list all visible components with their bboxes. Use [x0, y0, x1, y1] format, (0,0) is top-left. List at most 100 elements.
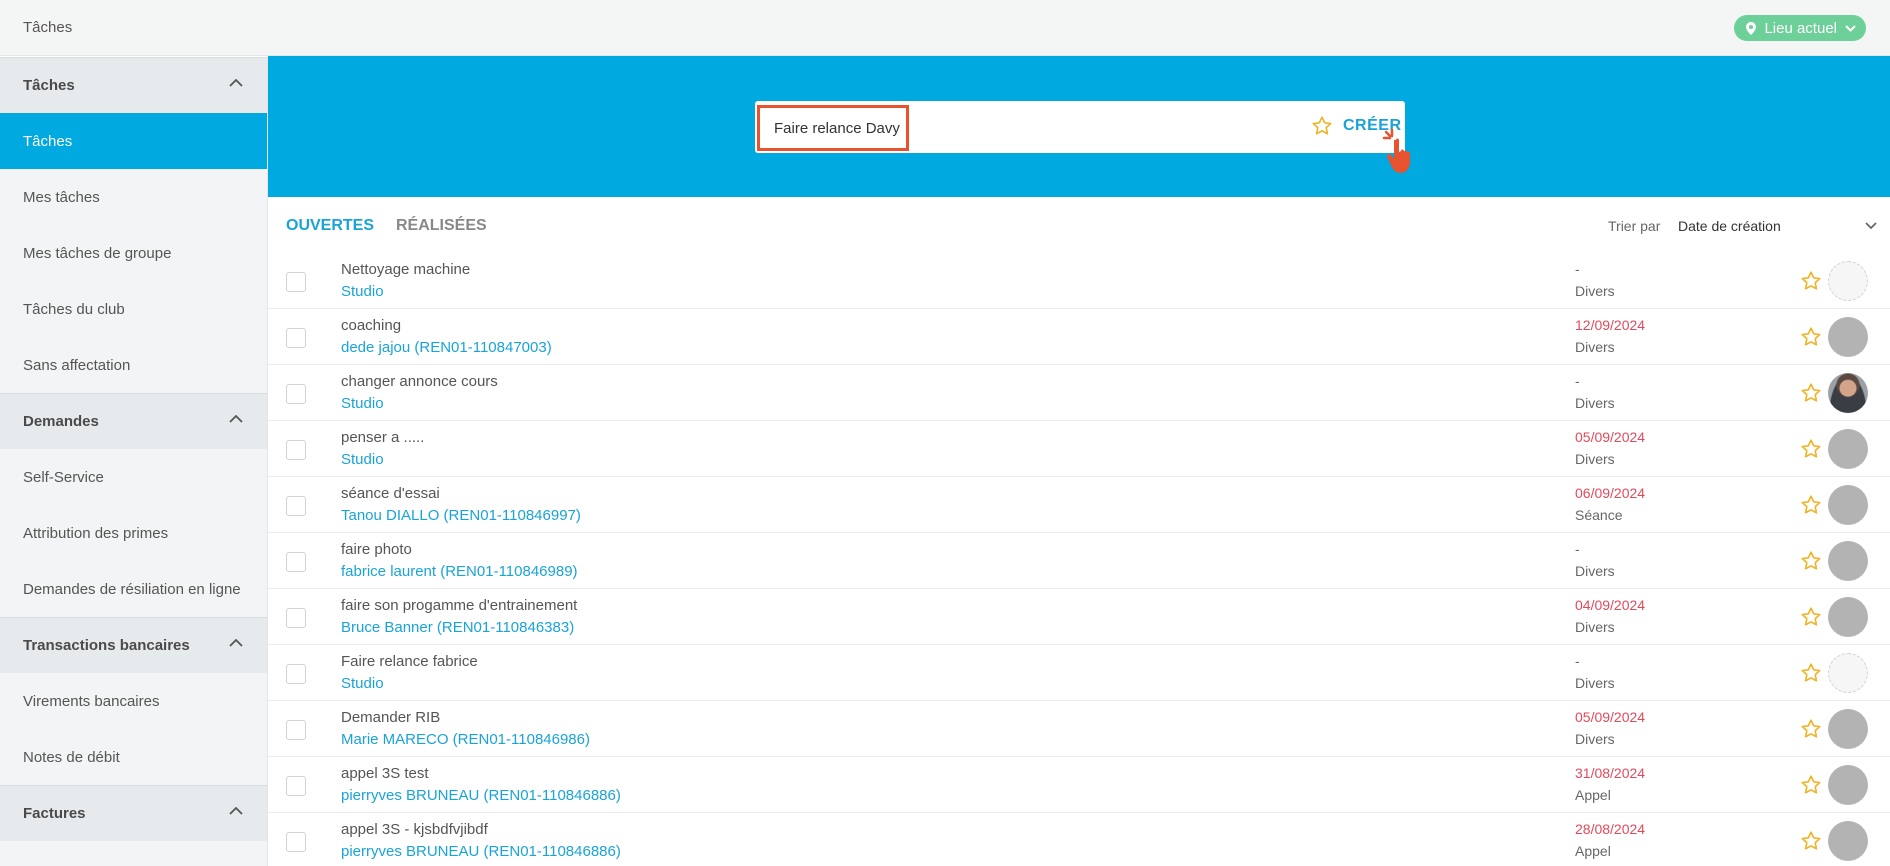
avatar[interactable] — [1828, 709, 1868, 749]
task-title[interactable]: changer annonce cours — [341, 373, 498, 390]
task-title[interactable]: faire son progamme d'entrainement — [341, 597, 577, 614]
task-row[interactable]: Demander RIB Marie MARECO (REN01-11084698… — [268, 701, 1890, 757]
star-icon[interactable] — [1800, 326, 1822, 348]
task-checkbox[interactable] — [286, 664, 306, 684]
task-row[interactable]: changer annonce cours Studio - Divers — [268, 365, 1890, 421]
sidebar-item-self-service[interactable]: Self-Service — [0, 449, 267, 505]
star-icon[interactable] — [1800, 718, 1822, 740]
sort-select[interactable]: Date de création — [1678, 218, 1868, 234]
sidebar-section-label: Tâches — [23, 77, 75, 94]
task-checkbox[interactable] — [286, 552, 306, 572]
sidebar-section-taches[interactable]: Tâches — [0, 57, 267, 113]
task-title[interactable]: faire photo — [341, 541, 412, 558]
avatar[interactable] — [1828, 597, 1868, 637]
task-link[interactable]: dede jajou (REN01-110847003) — [341, 339, 552, 356]
task-link[interactable]: pierryves BRUNEAU (REN01-110846886) — [341, 843, 621, 860]
task-link[interactable]: Studio — [341, 283, 384, 300]
tab-open[interactable]: OUVERTES — [286, 217, 374, 235]
task-title[interactable]: Faire relance fabrice — [341, 653, 478, 670]
task-checkbox[interactable] — [286, 384, 306, 404]
task-link[interactable]: Studio — [341, 395, 384, 412]
avatar[interactable] — [1828, 541, 1868, 581]
sidebar-item-virements-bancaires[interactable]: Virements bancaires — [0, 673, 267, 729]
task-type: Divers — [1575, 563, 1615, 579]
task-row[interactable]: penser a ..... Studio 05/09/2024 Divers — [268, 421, 1890, 477]
avatar[interactable] — [1828, 373, 1868, 413]
task-checkbox[interactable] — [286, 496, 306, 516]
task-link[interactable]: Bruce Banner (REN01-110846383) — [341, 619, 574, 636]
star-icon[interactable] — [1800, 494, 1822, 516]
task-row[interactable]: appel 3S test pierryves BRUNEAU (REN01-11… — [268, 757, 1890, 813]
star-icon[interactable] — [1800, 382, 1822, 404]
task-link[interactable]: fabrice laurent (REN01-110846989) — [341, 563, 578, 580]
task-link[interactable]: pierryves BRUNEAU (REN01-110846886) — [341, 787, 621, 804]
star-icon[interactable] — [1311, 115, 1333, 137]
sidebar-item-demandes-de-resiliation-en-ligne[interactable]: Demandes de résiliation en ligne — [0, 561, 267, 617]
sidebar-section-factures[interactable]: Factures — [0, 785, 267, 841]
top-bar: Tâches Lieu actuel — [0, 0, 1890, 56]
task-link[interactable]: Studio — [341, 675, 384, 692]
chevron-up-icon — [229, 414, 243, 423]
task-checkbox[interactable] — [286, 272, 306, 292]
location-dropdown[interactable]: Lieu actuel — [1734, 15, 1866, 41]
task-checkbox[interactable] — [286, 776, 306, 796]
avatar[interactable] — [1828, 821, 1868, 861]
sidebar-item-notes-de-debit[interactable]: Notes de débit — [0, 729, 267, 785]
sidebar-section-label: Factures — [23, 805, 86, 822]
task-link[interactable]: Tanou DIALLO (REN01-110846997) — [341, 507, 581, 524]
task-title[interactable]: appel 3S test — [341, 765, 429, 782]
task-checkbox[interactable] — [286, 720, 306, 740]
task-row[interactable]: Nettoyage machine Studio - Divers — [268, 253, 1890, 309]
star-icon[interactable] — [1800, 830, 1822, 852]
star-icon[interactable] — [1800, 550, 1822, 572]
sidebar-item-mes-taches-de-groupe[interactable]: Mes tâches de groupe — [0, 225, 267, 281]
avatar[interactable] — [1828, 429, 1868, 469]
task-checkbox[interactable] — [286, 440, 306, 460]
task-due-date: - — [1575, 261, 1580, 277]
task-checkbox[interactable] — [286, 832, 306, 852]
star-icon[interactable] — [1800, 270, 1822, 292]
star-icon[interactable] — [1800, 774, 1822, 796]
task-checkbox[interactable] — [286, 328, 306, 348]
avatar[interactable] — [1828, 765, 1868, 805]
sidebar-section-label: Transactions bancaires — [23, 637, 190, 654]
task-title[interactable]: séance d'essai — [341, 485, 440, 502]
star-icon[interactable] — [1800, 438, 1822, 460]
task-due-date: 05/09/2024 — [1575, 429, 1646, 445]
task-row[interactable]: séance d'essai Tanou DIALLO (REN01-110846… — [268, 477, 1890, 533]
task-title[interactable]: penser a ..... — [341, 429, 424, 446]
sidebar-item-taches[interactable]: Tâches — [0, 113, 267, 169]
avatar[interactable] — [1828, 261, 1868, 301]
task-title[interactable]: Demander RIB — [341, 709, 440, 726]
task-title-input[interactable] — [757, 105, 909, 151]
task-link[interactable]: Marie MARECO (REN01-110846986) — [341, 731, 590, 748]
sidebar-item-attribution-des-primes[interactable]: Attribution des primes — [0, 505, 267, 561]
task-row[interactable]: faire son progamme d'entrainement Bruce B… — [268, 589, 1890, 645]
task-title[interactable]: Nettoyage machine — [341, 261, 470, 278]
task-checkbox[interactable] — [286, 608, 306, 628]
task-title[interactable]: appel 3S - kjsbdfvjibdf — [341, 821, 488, 838]
task-row[interactable]: coaching dede jajou (REN01-110847003) 12/0… — [268, 309, 1890, 365]
sidebar-item-taches-du-club[interactable]: Tâches du club — [0, 281, 267, 337]
task-due-date: 06/09/2024 — [1575, 485, 1646, 501]
task-row[interactable]: Faire relance fabrice Studio - Divers — [268, 645, 1890, 701]
chevron-down-icon[interactable] — [1865, 222, 1877, 230]
task-row[interactable]: appel 3S - kjsbdfvjibdf pierryves BRUNEAU… — [268, 813, 1890, 866]
avatar[interactable] — [1828, 317, 1868, 357]
sidebar-item-sans-affectation[interactable]: Sans affectation — [0, 337, 267, 393]
sidebar-section-transactions-bancaires[interactable]: Transactions bancaires — [0, 617, 267, 673]
star-icon[interactable] — [1800, 606, 1822, 628]
task-title[interactable]: coaching — [341, 317, 401, 334]
task-type: Divers — [1575, 675, 1615, 691]
tab-done[interactable]: RÉALISÉES — [396, 217, 487, 235]
sidebar-section-demandes[interactable]: Demandes — [0, 393, 267, 449]
sidebar-item-mes-taches[interactable]: Mes tâches — [0, 169, 267, 225]
star-icon[interactable] — [1800, 662, 1822, 684]
avatar[interactable] — [1828, 485, 1868, 525]
task-type: Divers — [1575, 619, 1615, 635]
task-list: Nettoyage machine Studio - Divers coaching de… — [268, 253, 1890, 866]
task-link[interactable]: Studio — [341, 451, 384, 468]
avatar[interactable] — [1828, 653, 1868, 693]
chevron-up-icon — [229, 78, 243, 87]
task-row[interactable]: faire photo fabrice laurent (REN01-110846… — [268, 533, 1890, 589]
